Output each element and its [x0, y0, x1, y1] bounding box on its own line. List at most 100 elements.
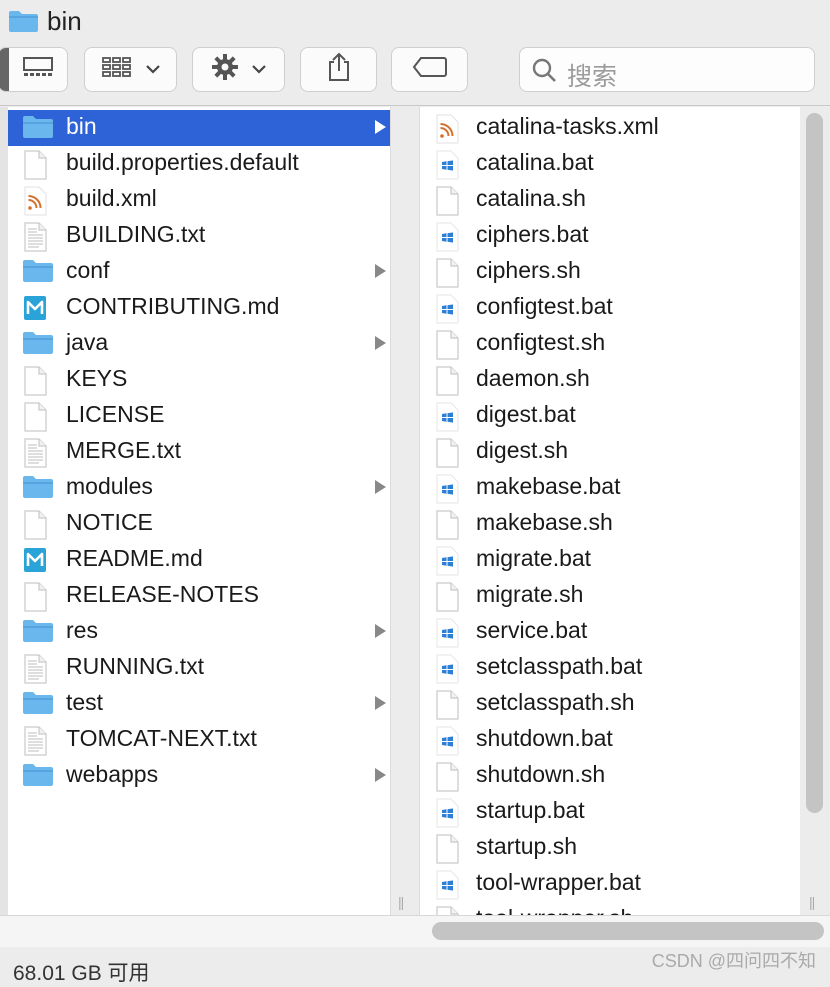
view-mode-control[interactable]: [0, 47, 68, 92]
column1-item-row[interactable]: java: [8, 326, 390, 362]
column2-item-row[interactable]: service.bat: [420, 614, 800, 650]
horizontal-scrollbar[interactable]: [432, 922, 824, 940]
column1-item-row[interactable]: README.md: [8, 542, 390, 578]
column1-item-name: java: [66, 329, 109, 355]
column2-item-row[interactable]: digest.sh: [420, 434, 800, 470]
text-document-icon: [22, 726, 54, 756]
document-icon: [434, 510, 466, 540]
windows-icon: [434, 618, 466, 648]
column-divider: [390, 107, 391, 915]
grid-icon: [101, 56, 133, 83]
column1-item-name: conf: [66, 257, 110, 283]
column1-item-row[interactable]: build.properties.default: [8, 146, 390, 182]
folder-icon: [8, 9, 39, 38]
column1-item-row[interactable]: res: [8, 614, 390, 650]
chevron-down-icon: [251, 61, 267, 79]
column1-item-row[interactable]: webapps: [8, 758, 390, 794]
document-icon: [434, 582, 466, 612]
column2-item-row[interactable]: startup.sh: [420, 830, 800, 866]
column-view-button[interactable]: [0, 48, 9, 91]
column1-item-row[interactable]: BUILDING.txt: [8, 218, 390, 254]
windows-icon: [434, 870, 466, 900]
share-icon: [326, 52, 352, 87]
rss-icon: [22, 186, 54, 216]
column2-item-name: daemon.sh: [476, 365, 590, 391]
column2-item-row[interactable]: catalina.bat: [420, 146, 800, 182]
column2-item-row[interactable]: tool-wrapper.bat: [420, 866, 800, 902]
column1-item-row[interactable]: MERGE.txt: [8, 434, 390, 470]
tag-button[interactable]: [391, 47, 468, 92]
column1-item-name: KEYS: [66, 365, 128, 391]
column2-item-row[interactable]: ciphers.bat: [420, 218, 800, 254]
disclosure-arrow-icon: [375, 696, 386, 710]
column-resize-handle[interactable]: ||: [398, 894, 404, 910]
column1-item-row[interactable]: LICENSE: [8, 398, 390, 434]
search-placeholder: 搜索: [567, 63, 618, 91]
column2-item-name: service.bat: [476, 617, 588, 643]
column2-item-name: migrate.sh: [476, 581, 584, 607]
document-icon: [434, 762, 466, 792]
column2-item-row[interactable]: migrate.sh: [420, 578, 800, 614]
column2-item-row[interactable]: configtest.bat: [420, 290, 800, 326]
column1-item-row[interactable]: build.xml: [8, 182, 390, 218]
disclosure-arrow-icon: [375, 480, 386, 494]
column2-item-row[interactable]: migrate.bat: [420, 542, 800, 578]
column1-item-row[interactable]: RELEASE-NOTES: [8, 578, 390, 614]
disclosure-arrow-icon: [375, 624, 386, 638]
column1-item-name: TOMCAT-NEXT.txt: [66, 725, 257, 751]
folder-icon: [22, 330, 54, 358]
action-button[interactable]: [192, 47, 285, 92]
column1-item-name: build.properties.default: [66, 149, 299, 175]
column1-item-row[interactable]: conf: [8, 254, 390, 290]
tag-icon: [412, 56, 448, 83]
document-icon: [22, 582, 54, 612]
search-field[interactable]: 搜索: [519, 47, 815, 92]
column2-item-row[interactable]: configtest.sh: [420, 326, 800, 362]
document-icon: [22, 510, 54, 540]
share-button[interactable]: [300, 47, 377, 92]
column2-item-row[interactable]: catalina.sh: [420, 182, 800, 218]
column-1: bin build.properties.default build.xml BUIL…: [8, 107, 390, 915]
text-document-icon: [22, 654, 54, 684]
group-button[interactable]: [84, 47, 177, 92]
column1-item-row[interactable]: KEYS: [8, 362, 390, 398]
windows-icon: [434, 474, 466, 504]
gallery-view-icon: [22, 56, 54, 83]
column2-item-row[interactable]: makebase.sh: [420, 506, 800, 542]
column1-item-row[interactable]: TOMCAT-NEXT.txt: [8, 722, 390, 758]
column2-item-row[interactable]: tool-wrapper.sh: [420, 902, 800, 915]
vertical-scrollbar[interactable]: [806, 113, 823, 813]
document-icon: [22, 150, 54, 180]
column1-item-name: modules: [66, 473, 153, 499]
folder-icon: [22, 618, 54, 646]
gallery-view-button[interactable]: [9, 48, 66, 91]
column1-item-name: NOTICE: [66, 509, 153, 535]
column2-item-name: ciphers.bat: [476, 221, 589, 247]
column1-item-name: README.md: [66, 545, 203, 571]
column2-item-row[interactable]: makebase.bat: [420, 470, 800, 506]
column1-item-row[interactable]: modules: [8, 470, 390, 506]
column2-item-row[interactable]: startup.bat: [420, 794, 800, 830]
column2-item-row[interactable]: setclasspath.sh: [420, 686, 800, 722]
column1-item-row[interactable]: CONTRIBUTING.md: [8, 290, 390, 326]
column1-item-row[interactable]: test: [8, 686, 390, 722]
column2-item-row[interactable]: ciphers.sh: [420, 254, 800, 290]
column2-item-row[interactable]: setclasspath.bat: [420, 650, 800, 686]
disclosure-arrow-icon: [375, 768, 386, 782]
column2-item-row[interactable]: catalina-tasks.xml: [420, 110, 800, 146]
column2-item-row[interactable]: digest.bat: [420, 398, 800, 434]
document-icon: [434, 258, 466, 288]
document-icon: [434, 906, 466, 915]
folder-icon: [22, 474, 54, 502]
column2-item-row[interactable]: shutdown.sh: [420, 758, 800, 794]
column2-item-row[interactable]: daemon.sh: [420, 362, 800, 398]
column-resize-handle[interactable]: ||: [809, 894, 815, 910]
column1-item-row[interactable]: RUNNING.txt: [8, 650, 390, 686]
rss-icon: [434, 114, 466, 144]
column1-item-row[interactable]: bin: [8, 110, 390, 146]
column1-item-row[interactable]: NOTICE: [8, 506, 390, 542]
column2-item-name: makebase.bat: [476, 473, 621, 499]
column2-item-name: digest.sh: [476, 437, 569, 463]
column2-item-row[interactable]: shutdown.bat: [420, 722, 800, 758]
watermark: CSDN @四问四不知: [651, 951, 816, 971]
